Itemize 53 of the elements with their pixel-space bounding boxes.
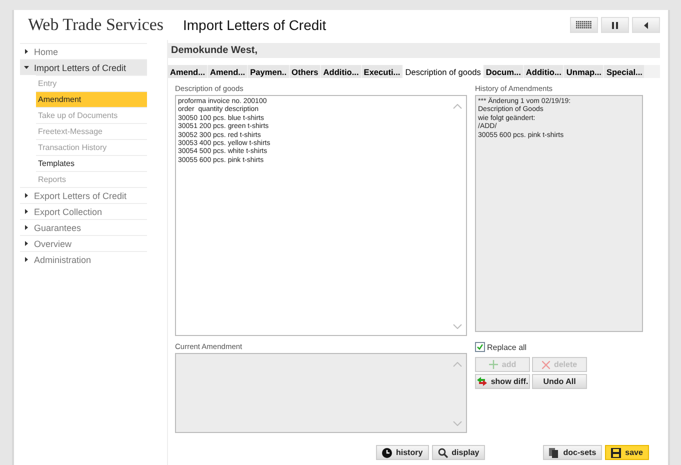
pause-icon — [612, 22, 618, 28]
tab[interactable]: Description of goods — [403, 65, 483, 78]
tab[interactable]: Amend... — [168, 65, 208, 78]
tab[interactable]: Additio... — [321, 65, 361, 78]
tab[interactable]: Others — [290, 65, 320, 78]
nav-item[interactable]: Export Collection — [20, 203, 147, 219]
collapsed-arrow-icon — [24, 257, 29, 262]
collapsed-arrow-icon — [24, 49, 29, 54]
tab[interactable]: Docum... — [484, 65, 523, 78]
search-icon — [438, 448, 448, 458]
footer-button[interactable]: save — [605, 445, 649, 460]
scroll-down-icon[interactable] — [453, 324, 462, 329]
checkbox-label: Replace all — [487, 342, 527, 352]
page-title: Import Letters of Credit — [183, 17, 328, 33]
plus-icon — [488, 360, 498, 369]
nav-subitem[interactable]: Amendment — [36, 91, 147, 107]
left-arrow-icon — [644, 22, 648, 28]
footer-button[interactable]: doc-sets — [543, 445, 602, 460]
checkbox[interactable] — [475, 342, 485, 352]
footer-button[interactable]: history — [376, 445, 429, 460]
tab[interactable]: Amend... — [208, 65, 248, 78]
arrows-icon — [476, 377, 487, 386]
clock-icon — [382, 448, 392, 458]
collapsed-arrow-icon — [24, 225, 29, 230]
toolbar-button[interactable] — [601, 17, 629, 33]
collapsed-arrow-icon — [24, 209, 29, 214]
documents-icon — [549, 448, 560, 458]
nav-item[interactable]: Export Letters of Credit — [20, 187, 147, 203]
app-title: Web Trade Services — [28, 15, 165, 35]
check-icon — [477, 344, 483, 350]
tab[interactable]: Unmap... — [564, 65, 604, 78]
tab[interactable]: Additio... — [524, 65, 564, 78]
customer-bar: Demokunde West, — [168, 43, 660, 58]
nav-item[interactable]: Guarantees — [20, 219, 147, 235]
nav-item[interactable]: Import Letters of Credit — [20, 59, 147, 75]
tab[interactable]: Paymen.. — [248, 65, 289, 78]
grid-icon — [576, 21, 592, 29]
tab[interactable]: Executi... — [362, 65, 402, 78]
tab[interactable]: Special... — [604, 65, 644, 78]
toolbar-button[interactable] — [570, 17, 598, 33]
nav-subitem[interactable]: Templates — [36, 155, 147, 171]
action-button[interactable]: Undo All — [532, 374, 587, 389]
save-icon — [611, 448, 622, 458]
nav-item[interactable]: Overview — [20, 235, 147, 251]
close-icon — [542, 360, 550, 368]
collapsed-arrow-icon — [24, 193, 29, 198]
action-button[interactable]: show diff. — [475, 374, 530, 389]
scroll-up-icon[interactable] — [453, 104, 462, 109]
nav-item[interactable]: Administration — [20, 251, 147, 267]
toolbar-button[interactable] — [632, 17, 660, 33]
footer-button[interactable]: display — [432, 445, 486, 460]
expanded-arrow-icon — [24, 65, 29, 70]
collapsed-arrow-icon — [24, 241, 29, 246]
